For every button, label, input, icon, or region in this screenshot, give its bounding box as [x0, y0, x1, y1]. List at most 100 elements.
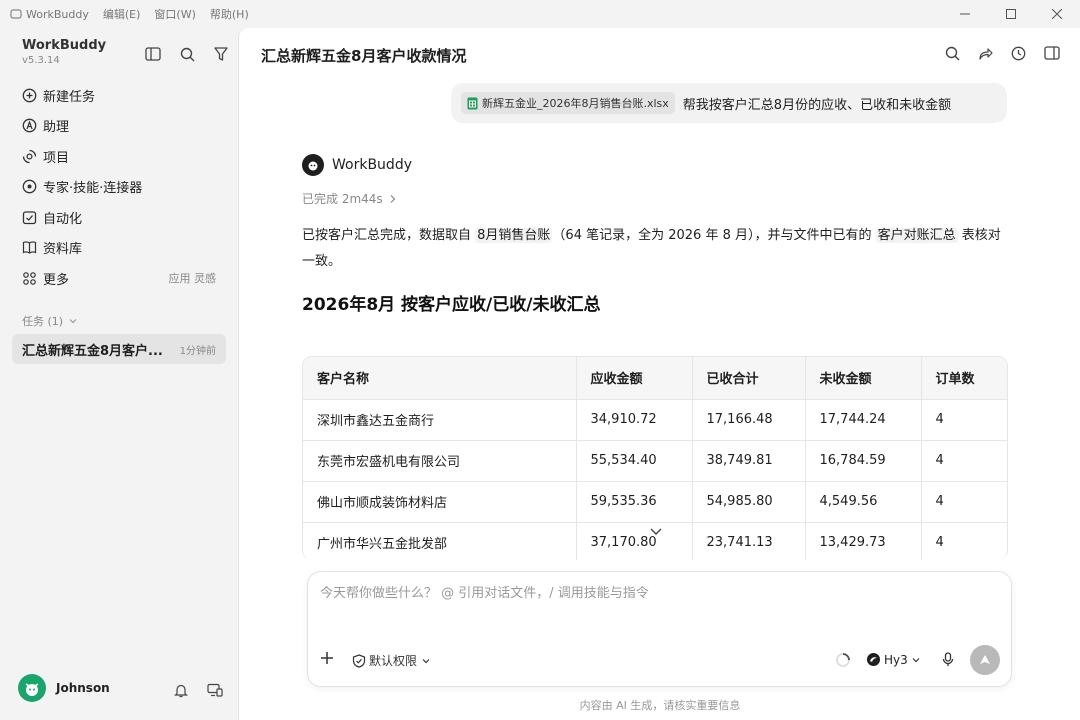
search-icon: [180, 47, 194, 61]
microphone-icon: [942, 652, 954, 666]
add-attachment-button[interactable]: [320, 651, 334, 669]
sidebar-item-more[interactable]: 更多 应用 灵感: [12, 263, 226, 294]
search-conversation-button[interactable]: [936, 42, 969, 64]
table-cell: 广州市华兴五金批发部: [303, 522, 577, 560]
table-cell: 4,549.56: [805, 481, 922, 523]
assistant-icon: [22, 118, 37, 133]
attached-file-name: 新辉五金业_2026年8月销售台账.xlsx: [482, 97, 669, 110]
close-icon: [1052, 9, 1062, 19]
device-icon: [207, 683, 223, 697]
main-panel: 汇总新辉五金8月客户收款情况 新辉五金业_2026年8月销售台账.xlsx 帮我…: [238, 28, 1080, 720]
task-item[interactable]: 汇总新辉五金8月客户... 1分钟前: [12, 334, 226, 364]
column-header: 客户名称: [303, 357, 577, 400]
model-selector[interactable]: Hy3: [866, 652, 924, 667]
loading-spinner-icon: [835, 652, 851, 672]
permission-selector[interactable]: 默认权限: [352, 652, 434, 669]
table-cell: 54,985.80: [692, 481, 806, 523]
table-cell: 4: [921, 522, 1007, 560]
ai-disclaimer: 内容由 AI 生成，请核实重要信息: [579, 699, 741, 712]
table-row: 佛山市顺成装饰材料店 59,535.36 54,985.80 4,549.56 …: [303, 481, 1007, 523]
answer-part: （64 笔记录，全为 2026 年 8 月），并与文件中已有的: [552, 228, 876, 243]
user-message-text: 帮我按客户汇总8月份的应收、已收和未收金额: [682, 97, 952, 113]
excel-file-icon: [467, 97, 478, 109]
send-button[interactable]: [970, 645, 1000, 675]
table-cell: 34,910.72: [576, 399, 693, 441]
sidebar-item-new-task[interactable]: 新建任务: [12, 80, 226, 111]
chevron-down-icon: [69, 319, 77, 324]
share-icon: [979, 47, 993, 60]
menu-help[interactable]: 帮助(H): [210, 6, 249, 22]
plus-icon: [321, 652, 333, 664]
search-icon: [945, 46, 960, 60]
table-header-row: 客户名称 应收金额 已收合计 未收金额 订单数: [303, 357, 1007, 400]
panel-right-icon: [1043, 46, 1060, 60]
sidebar-item-label: 专家·技能·连接器: [43, 181, 143, 197]
avatar: [18, 674, 46, 702]
column-header: 已收合计: [692, 357, 806, 400]
task-time: 1分钟前: [179, 345, 216, 357]
app-title: WorkBuddy: [10, 8, 89, 21]
minimize-icon: [960, 13, 970, 15]
menu-edit[interactable]: 编辑(E): [103, 6, 141, 22]
table-cell: 4: [921, 440, 1007, 482]
answer-part: 已按客户汇总完成，数据取自: [302, 228, 476, 243]
brand-name: WorkBuddy: [22, 38, 107, 53]
message-input[interactable]: [320, 586, 1000, 601]
sidebar-item-assistant[interactable]: 助理: [12, 111, 226, 142]
sidebar: WorkBuddy v5.3.14 新建任务 助理 项目 专家·技能·连接器 自…: [0, 28, 238, 720]
page-title: 汇总新辉五金8月客户收款情况: [261, 47, 467, 65]
scroll-down-button[interactable]: [649, 526, 663, 541]
filter-button[interactable]: [204, 44, 238, 64]
notifications-button[interactable]: [164, 680, 198, 700]
model-label: Hy3: [884, 652, 908, 667]
assistant-name: WorkBuddy: [332, 157, 412, 173]
table-cell: 23,741.13: [692, 522, 806, 560]
assistant-header: WorkBuddy: [302, 154, 412, 176]
automation-icon: [22, 211, 37, 224]
sidebar-nav: 新建任务 助理 项目 专家·技能·连接器 自动化 资料库 更多 应用 灵感: [12, 80, 226, 294]
chevron-right-icon: [390, 194, 396, 203]
column-header: 订单数: [921, 357, 1007, 400]
user-profile[interactable]: Johnson: [18, 674, 110, 702]
plus-circle-icon: [22, 88, 37, 103]
sidebar-item-experts[interactable]: 专家·技能·连接器: [12, 172, 226, 203]
table-cell: 59,535.36: [576, 481, 693, 523]
expert-icon: [22, 179, 37, 194]
workbuddy-logo-icon: [302, 154, 324, 176]
minimize-button[interactable]: [942, 0, 988, 28]
project-icon: [22, 149, 37, 163]
share-button[interactable]: [969, 42, 1002, 64]
sidebar-item-automation[interactable]: 自动化: [12, 202, 226, 233]
attached-file-chip[interactable]: 新辉五金业_2026年8月销售台账.xlsx: [461, 92, 675, 114]
sidebar-item-projects[interactable]: 项目: [12, 141, 226, 172]
voice-input-button[interactable]: [942, 652, 954, 671]
sidebar-item-label: 资料库: [43, 242, 83, 258]
toggle-sidebar-button[interactable]: [136, 44, 170, 64]
table-cell: 17,744.24: [805, 399, 922, 441]
devices-button[interactable]: [198, 680, 232, 700]
sidebar-item-label: 助理: [43, 120, 70, 136]
maximize-button[interactable]: [988, 0, 1034, 28]
maximize-icon: [1006, 9, 1016, 19]
bot-face-icon: [308, 161, 318, 171]
model-logo-icon: [867, 653, 880, 666]
table-cell: 4: [921, 399, 1007, 441]
shield-check-icon: [352, 653, 366, 668]
table-cell: 37,170.80: [576, 522, 693, 560]
search-button[interactable]: [170, 44, 204, 64]
app-logo-icon: [10, 9, 22, 19]
history-button[interactable]: [1002, 42, 1035, 64]
menu-window[interactable]: 窗口(W): [154, 6, 195, 22]
bell-icon: [174, 684, 188, 697]
table-row: 东莞市宏盛机电有限公司 55,534.40 38,749.81 16,784.5…: [303, 440, 1007, 482]
avatar-face-icon: [25, 683, 39, 696]
sidebar-item-label: 更多: [43, 272, 70, 288]
close-button[interactable]: [1034, 0, 1080, 28]
table-row: 深圳市鑫达五金商行 34,910.72 17,166.48 17,744.24 …: [303, 399, 1007, 441]
completion-status[interactable]: 已完成 2m44s: [302, 190, 397, 207]
composer: 默认权限 Hy3: [307, 571, 1012, 687]
toggle-panel-button[interactable]: [1035, 42, 1068, 64]
table-cell: 16,784.59: [805, 440, 922, 482]
tasks-header[interactable]: 任务 (1): [22, 313, 78, 329]
sidebar-item-library[interactable]: 资料库: [12, 233, 226, 264]
